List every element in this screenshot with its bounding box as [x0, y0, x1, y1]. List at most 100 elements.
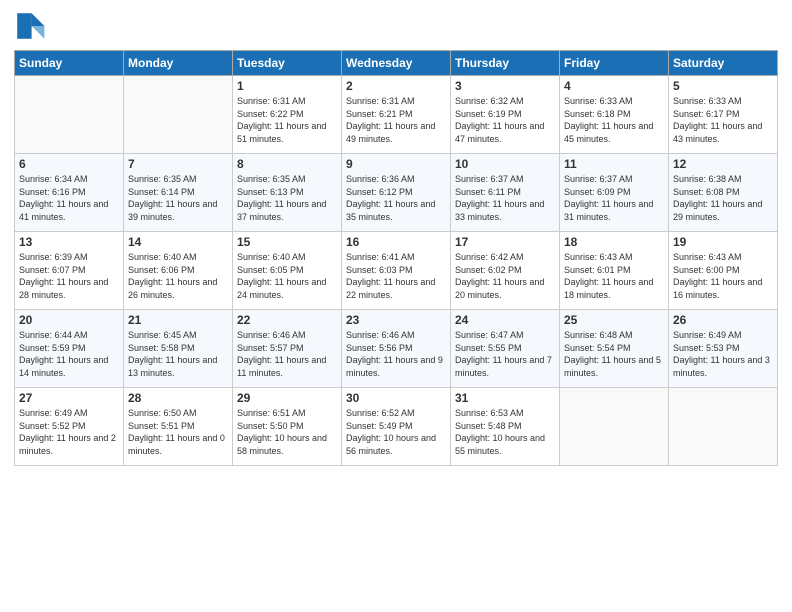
day-cell: [560, 388, 669, 466]
day-number: 10: [455, 157, 555, 171]
day-info: Sunrise: 6:35 AMSunset: 6:14 PMDaylight:…: [128, 173, 228, 223]
day-cell: 27 Sunrise: 6:49 AMSunset: 5:52 PMDayligh…: [15, 388, 124, 466]
day-number: 27: [19, 391, 119, 405]
week-row-1: 1 Sunrise: 6:31 AMSunset: 6:22 PMDaylight…: [15, 76, 778, 154]
day-number: 17: [455, 235, 555, 249]
day-number: 25: [564, 313, 664, 327]
day-info: Sunrise: 6:42 AMSunset: 6:02 PMDaylight:…: [455, 251, 555, 301]
day-cell: 23 Sunrise: 6:46 AMSunset: 5:56 PMDayligh…: [342, 310, 451, 388]
week-row-5: 27 Sunrise: 6:49 AMSunset: 5:52 PMDayligh…: [15, 388, 778, 466]
day-cell: 19Sunrise: 6:43 AMSunset: 6:00 PMDayligh…: [669, 232, 778, 310]
day-cell: 22 Sunrise: 6:46 AMSunset: 5:57 PMDayligh…: [233, 310, 342, 388]
day-number: 20: [19, 313, 119, 327]
day-cell: 5 Sunrise: 6:33 AMSunset: 6:17 PMDaylight…: [669, 76, 778, 154]
day-cell: 15Sunrise: 6:40 AMSunset: 6:05 PMDayligh…: [233, 232, 342, 310]
day-info: Sunrise: 6:45 AMSunset: 5:58 PMDaylight:…: [128, 329, 228, 379]
day-number: 31: [455, 391, 555, 405]
week-row-2: 6Sunrise: 6:34 AMSunset: 6:16 PMDaylight…: [15, 154, 778, 232]
day-number: 23: [346, 313, 446, 327]
day-cell: 16 Sunrise: 6:41 AMSunset: 6:03 PMDayligh…: [342, 232, 451, 310]
calendar-table: SundayMondayTuesdayWednesdayThursdayFrid…: [14, 50, 778, 466]
day-cell: 7 Sunrise: 6:35 AMSunset: 6:14 PMDaylight…: [124, 154, 233, 232]
day-cell: 10 Sunrise: 6:37 AMSunset: 6:11 PMDayligh…: [451, 154, 560, 232]
day-cell: 17 Sunrise: 6:42 AMSunset: 6:02 PMDayligh…: [451, 232, 560, 310]
header: [14, 10, 778, 42]
day-info: Sunrise: 6:49 AMSunset: 5:53 PMDaylight:…: [673, 329, 773, 379]
day-info: Sunrise: 6:50 AMSunset: 5:51 PMDaylight:…: [128, 407, 228, 457]
day-info: Sunrise: 6:38 AMSunset: 6:08 PMDaylight:…: [673, 173, 773, 223]
day-cell: 12 Sunrise: 6:38 AMSunset: 6:08 PMDayligh…: [669, 154, 778, 232]
day-cell: 25Sunrise: 6:48 AMSunset: 5:54 PMDayligh…: [560, 310, 669, 388]
day-info: Sunrise: 6:43 AMSunset: 6:01 PMDaylight:…: [564, 251, 664, 301]
day-number: 7: [128, 157, 228, 171]
day-number: 26: [673, 313, 773, 327]
day-number: 4: [564, 79, 664, 93]
day-cell: [669, 388, 778, 466]
day-number: 5: [673, 79, 773, 93]
weekday-header-saturday: Saturday: [669, 51, 778, 76]
day-cell: 1 Sunrise: 6:31 AMSunset: 6:22 PMDaylight…: [233, 76, 342, 154]
day-cell: 3Sunrise: 6:32 AMSunset: 6:19 PMDaylight…: [451, 76, 560, 154]
day-number: 24: [455, 313, 555, 327]
day-number: 12: [673, 157, 773, 171]
day-cell: 11 Sunrise: 6:37 AMSunset: 6:09 PMDayligh…: [560, 154, 669, 232]
day-cell: [15, 76, 124, 154]
weekday-header-friday: Friday: [560, 51, 669, 76]
weekday-header-sunday: Sunday: [15, 51, 124, 76]
day-cell: 2Sunrise: 6:31 AMSunset: 6:21 PMDaylight…: [342, 76, 451, 154]
day-number: 28: [128, 391, 228, 405]
logo: [14, 10, 48, 42]
day-info: Sunrise: 6:37 AMSunset: 6:11 PMDaylight:…: [455, 173, 555, 223]
day-cell: 31 Sunrise: 6:53 AMSunset: 5:48 PMDayligh…: [451, 388, 560, 466]
weekday-header-tuesday: Tuesday: [233, 51, 342, 76]
day-number: 29: [237, 391, 337, 405]
day-cell: 18Sunrise: 6:43 AMSunset: 6:01 PMDayligh…: [560, 232, 669, 310]
day-cell: 30Sunrise: 6:52 AMSunset: 5:49 PMDayligh…: [342, 388, 451, 466]
day-number: 9: [346, 157, 446, 171]
day-cell: 29Sunrise: 6:51 AMSunset: 5:50 PMDayligh…: [233, 388, 342, 466]
day-info: Sunrise: 6:35 AMSunset: 6:13 PMDaylight:…: [237, 173, 337, 223]
day-cell: 28 Sunrise: 6:50 AMSunset: 5:51 PMDayligh…: [124, 388, 233, 466]
day-number: 8: [237, 157, 337, 171]
day-info: Sunrise: 6:33 AMSunset: 6:18 PMDaylight:…: [564, 95, 664, 145]
day-info: Sunrise: 6:46 AMSunset: 5:57 PMDaylight:…: [237, 329, 337, 379]
day-cell: 21 Sunrise: 6:45 AMSunset: 5:58 PMDayligh…: [124, 310, 233, 388]
week-row-3: 13 Sunrise: 6:39 AMSunset: 6:07 PMDayligh…: [15, 232, 778, 310]
day-info: Sunrise: 6:33 AMSunset: 6:17 PMDaylight:…: [673, 95, 773, 145]
day-number: 11: [564, 157, 664, 171]
day-cell: 24 Sunrise: 6:47 AMSunset: 5:55 PMDayligh…: [451, 310, 560, 388]
day-number: 1: [237, 79, 337, 93]
day-cell: 13 Sunrise: 6:39 AMSunset: 6:07 PMDayligh…: [15, 232, 124, 310]
day-info: Sunrise: 6:46 AMSunset: 5:56 PMDaylight:…: [346, 329, 446, 379]
day-cell: 26 Sunrise: 6:49 AMSunset: 5:53 PMDayligh…: [669, 310, 778, 388]
day-number: 22: [237, 313, 337, 327]
day-info: Sunrise: 6:52 AMSunset: 5:49 PMDaylight:…: [346, 407, 446, 457]
day-info: Sunrise: 6:53 AMSunset: 5:48 PMDaylight:…: [455, 407, 555, 457]
day-info: Sunrise: 6:34 AMSunset: 6:16 PMDaylight:…: [19, 173, 119, 223]
day-number: 16: [346, 235, 446, 249]
day-info: Sunrise: 6:32 AMSunset: 6:19 PMDaylight:…: [455, 95, 555, 145]
day-info: Sunrise: 6:31 AMSunset: 6:22 PMDaylight:…: [237, 95, 337, 145]
weekday-header-thursday: Thursday: [451, 51, 560, 76]
day-info: Sunrise: 6:41 AMSunset: 6:03 PMDaylight:…: [346, 251, 446, 301]
day-info: Sunrise: 6:31 AMSunset: 6:21 PMDaylight:…: [346, 95, 446, 145]
day-info: Sunrise: 6:47 AMSunset: 5:55 PMDaylight:…: [455, 329, 555, 379]
weekday-header-monday: Monday: [124, 51, 233, 76]
day-info: Sunrise: 6:36 AMSunset: 6:12 PMDaylight:…: [346, 173, 446, 223]
day-number: 13: [19, 235, 119, 249]
logo-icon: [14, 10, 46, 42]
header-row: SundayMondayTuesdayWednesdayThursdayFrid…: [15, 51, 778, 76]
day-info: Sunrise: 6:40 AMSunset: 6:06 PMDaylight:…: [128, 251, 228, 301]
day-number: 21: [128, 313, 228, 327]
day-info: Sunrise: 6:49 AMSunset: 5:52 PMDaylight:…: [19, 407, 119, 457]
day-info: Sunrise: 6:44 AMSunset: 5:59 PMDaylight:…: [19, 329, 119, 379]
day-cell: 20 Sunrise: 6:44 AMSunset: 5:59 PMDayligh…: [15, 310, 124, 388]
weekday-header-wednesday: Wednesday: [342, 51, 451, 76]
day-cell: 9 Sunrise: 6:36 AMSunset: 6:12 PMDaylight…: [342, 154, 451, 232]
day-info: Sunrise: 6:37 AMSunset: 6:09 PMDaylight:…: [564, 173, 664, 223]
day-info: Sunrise: 6:40 AMSunset: 6:05 PMDaylight:…: [237, 251, 337, 301]
day-info: Sunrise: 6:43 AMSunset: 6:00 PMDaylight:…: [673, 251, 773, 301]
day-info: Sunrise: 6:39 AMSunset: 6:07 PMDaylight:…: [19, 251, 119, 301]
day-number: 14: [128, 235, 228, 249]
day-cell: 8 Sunrise: 6:35 AMSunset: 6:13 PMDaylight…: [233, 154, 342, 232]
